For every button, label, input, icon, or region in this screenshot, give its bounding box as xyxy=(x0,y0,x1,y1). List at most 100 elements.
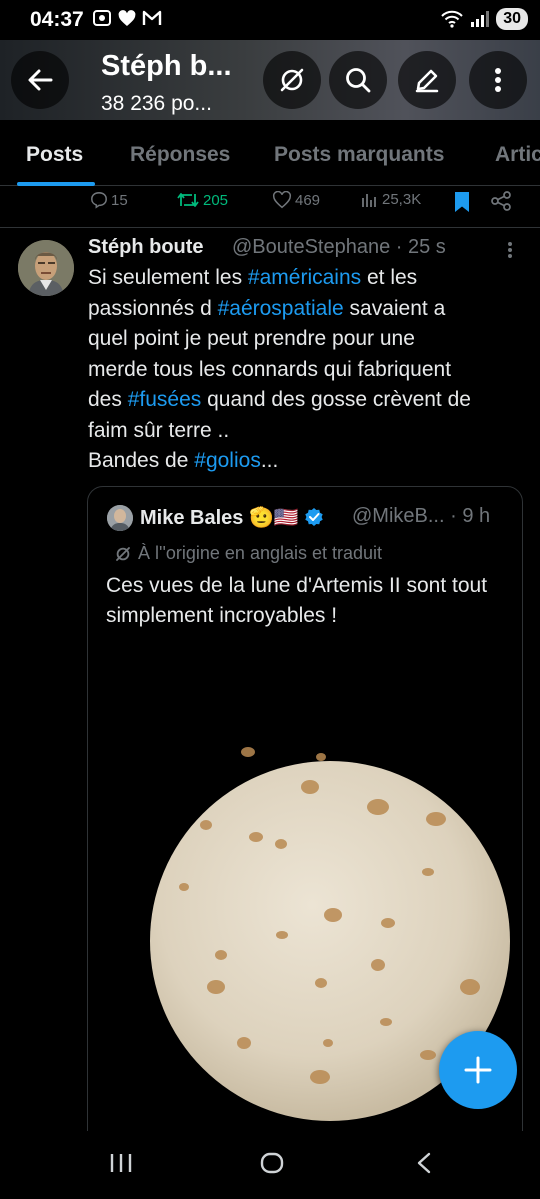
post-more-button[interactable] xyxy=(506,240,514,265)
grok-button[interactable] xyxy=(263,51,321,109)
reply-button[interactable]: 15 xyxy=(90,191,128,209)
compose-button[interactable] xyxy=(398,51,456,109)
repost-button[interactable]: 205 xyxy=(176,191,228,209)
post-text-segment: des xyxy=(88,388,128,411)
wifi-icon xyxy=(441,10,463,28)
reply-icon xyxy=(91,192,107,209)
quoted-media[interactable] xyxy=(88,687,522,1185)
quoted-author-name: Mike Bales xyxy=(140,507,244,529)
status-time: 04:37 xyxy=(30,8,84,31)
hashtag-link[interactable]: #américains xyxy=(248,266,361,289)
back-icon xyxy=(417,1152,431,1174)
post-text-line: merde tous les connards qui fabriquent xyxy=(88,355,528,386)
profile-header: Stéph b... 38 236 po... xyxy=(0,40,540,120)
translation-label: À l''origine en anglais et traduit xyxy=(138,543,383,563)
status-bar: 04:37 30 xyxy=(0,0,540,40)
hashtag-link[interactable]: #golios xyxy=(194,449,261,472)
profile-tabs: Posts Réponses Posts marquants Artic xyxy=(0,120,540,186)
quoted-text: Ces vues de la lune d'Artemis II sont to… xyxy=(106,574,488,627)
signal-icon xyxy=(471,11,490,27)
arrow-left-icon xyxy=(28,69,53,91)
post-text: Si seulement les #américains et les passi… xyxy=(88,263,528,477)
share-button[interactable] xyxy=(490,191,512,211)
bookmark-button[interactable] xyxy=(453,191,471,213)
post-text-segment: faim sûr terre .. xyxy=(88,418,230,442)
post-text-line: quel point je peut prendre pour une xyxy=(88,324,528,355)
quoted-author-emoji: 🫡🇺🇸 xyxy=(248,507,299,529)
page-title: Stéph b... xyxy=(101,50,232,82)
previous-post-actions: 15 205 469 25,3K xyxy=(0,186,540,228)
home-button[interactable] xyxy=(259,1151,285,1180)
tab-replies[interactable]: Réponses xyxy=(130,143,230,167)
notification-icons xyxy=(92,9,162,27)
quoted-author-avatar xyxy=(107,505,133,531)
like-button[interactable]: 469 xyxy=(272,191,320,209)
bookmark-icon xyxy=(455,192,469,212)
tab-articles[interactable]: Artic xyxy=(495,143,540,167)
system-icons: 30 xyxy=(440,8,528,30)
quoted-author-block: Mike Bales 🫡🇺🇸 xyxy=(140,505,324,530)
post-text-segment: passionnés d xyxy=(88,296,218,320)
views-button[interactable]: 25,3K xyxy=(361,191,421,208)
views-icon xyxy=(362,193,376,207)
recents-button[interactable] xyxy=(108,1151,134,1180)
hashtag-link[interactable]: #fusées xyxy=(128,388,202,411)
post-text-line: Si seulement les #américains et les xyxy=(88,263,528,294)
post-time-separator: · xyxy=(395,236,403,258)
post-text-segment: et les xyxy=(361,266,418,289)
post-text-segment: quel point je peut prendre pour une xyxy=(88,327,415,350)
post-text-line: Bandes de #golios... xyxy=(88,446,528,477)
repost-count: 205 xyxy=(203,191,229,209)
more-vertical-icon xyxy=(495,68,501,92)
post-author-name[interactable]: Stéph boute xyxy=(88,236,204,259)
post-text-line: passionnés d #aérospatiale savaient a xyxy=(88,294,528,325)
post-author-handle[interactable]: @BouteStephane xyxy=(232,236,390,258)
more-options-button[interactable] xyxy=(469,51,527,109)
search-icon xyxy=(346,68,371,93)
system-nav-bar xyxy=(0,1131,540,1199)
system-back-button[interactable] xyxy=(413,1151,435,1180)
grok-icon xyxy=(116,546,130,561)
reply-count: 15 xyxy=(111,191,128,209)
heart-outline-icon xyxy=(273,191,291,209)
like-count: 469 xyxy=(295,191,321,209)
app-screen: 04:37 30 Stéph b... 38 236 po... Posts R… xyxy=(0,0,540,1199)
share-icon xyxy=(491,191,511,211)
heart-icon xyxy=(118,9,136,26)
quoted-author-handle: @MikeB... xyxy=(352,505,445,527)
quoted-time-separator: · xyxy=(450,505,457,527)
post-text-line: des #fusées quand des gosse crèvent de xyxy=(88,385,528,416)
post-text-segment: Bandes de xyxy=(88,449,195,472)
hashtag-link[interactable]: #aérospatiale xyxy=(218,297,344,320)
translation-note[interactable]: À l''origine en anglais et traduit xyxy=(114,543,382,564)
repost-icon xyxy=(177,193,199,207)
verified-badge-icon xyxy=(305,508,324,526)
view-count: 25,3K xyxy=(382,191,422,208)
home-icon xyxy=(260,1152,284,1174)
tab-posts[interactable]: Posts xyxy=(26,143,83,167)
post-text-segment: Si seulement les xyxy=(88,266,248,289)
post-meta: @BouteStephane · 25 s xyxy=(232,236,446,259)
post-text-segment: quand des gosse crèvent de xyxy=(201,388,471,411)
author-avatar[interactable] xyxy=(18,240,74,296)
quoted-time: 9 h xyxy=(462,505,491,527)
pencil-icon xyxy=(415,69,439,93)
post-text-line: faim sûr terre .. xyxy=(88,416,528,447)
post-text-segment: savaient a xyxy=(343,296,446,320)
tab-highlights[interactable]: Posts marquants xyxy=(274,143,444,167)
post-count: 38 236 po... xyxy=(101,92,212,115)
avatar-image xyxy=(18,240,74,296)
post-text-segment: merde tous les connards qui fabriquent xyxy=(88,357,452,381)
search-button[interactable] xyxy=(329,51,387,109)
gmail-icon xyxy=(142,10,162,25)
post-time: 25 s xyxy=(408,236,446,258)
grok-icon xyxy=(280,68,304,92)
quoted-meta: @MikeB... · 9 h xyxy=(352,505,490,528)
post-text-segment: ... xyxy=(260,449,279,472)
more-vertical-icon xyxy=(508,242,512,258)
back-button[interactable] xyxy=(11,51,69,109)
tortilla-image xyxy=(88,687,522,1185)
new-post-fab[interactable] xyxy=(439,1031,517,1109)
plus-icon xyxy=(464,1056,492,1084)
recents-icon xyxy=(110,1154,132,1172)
